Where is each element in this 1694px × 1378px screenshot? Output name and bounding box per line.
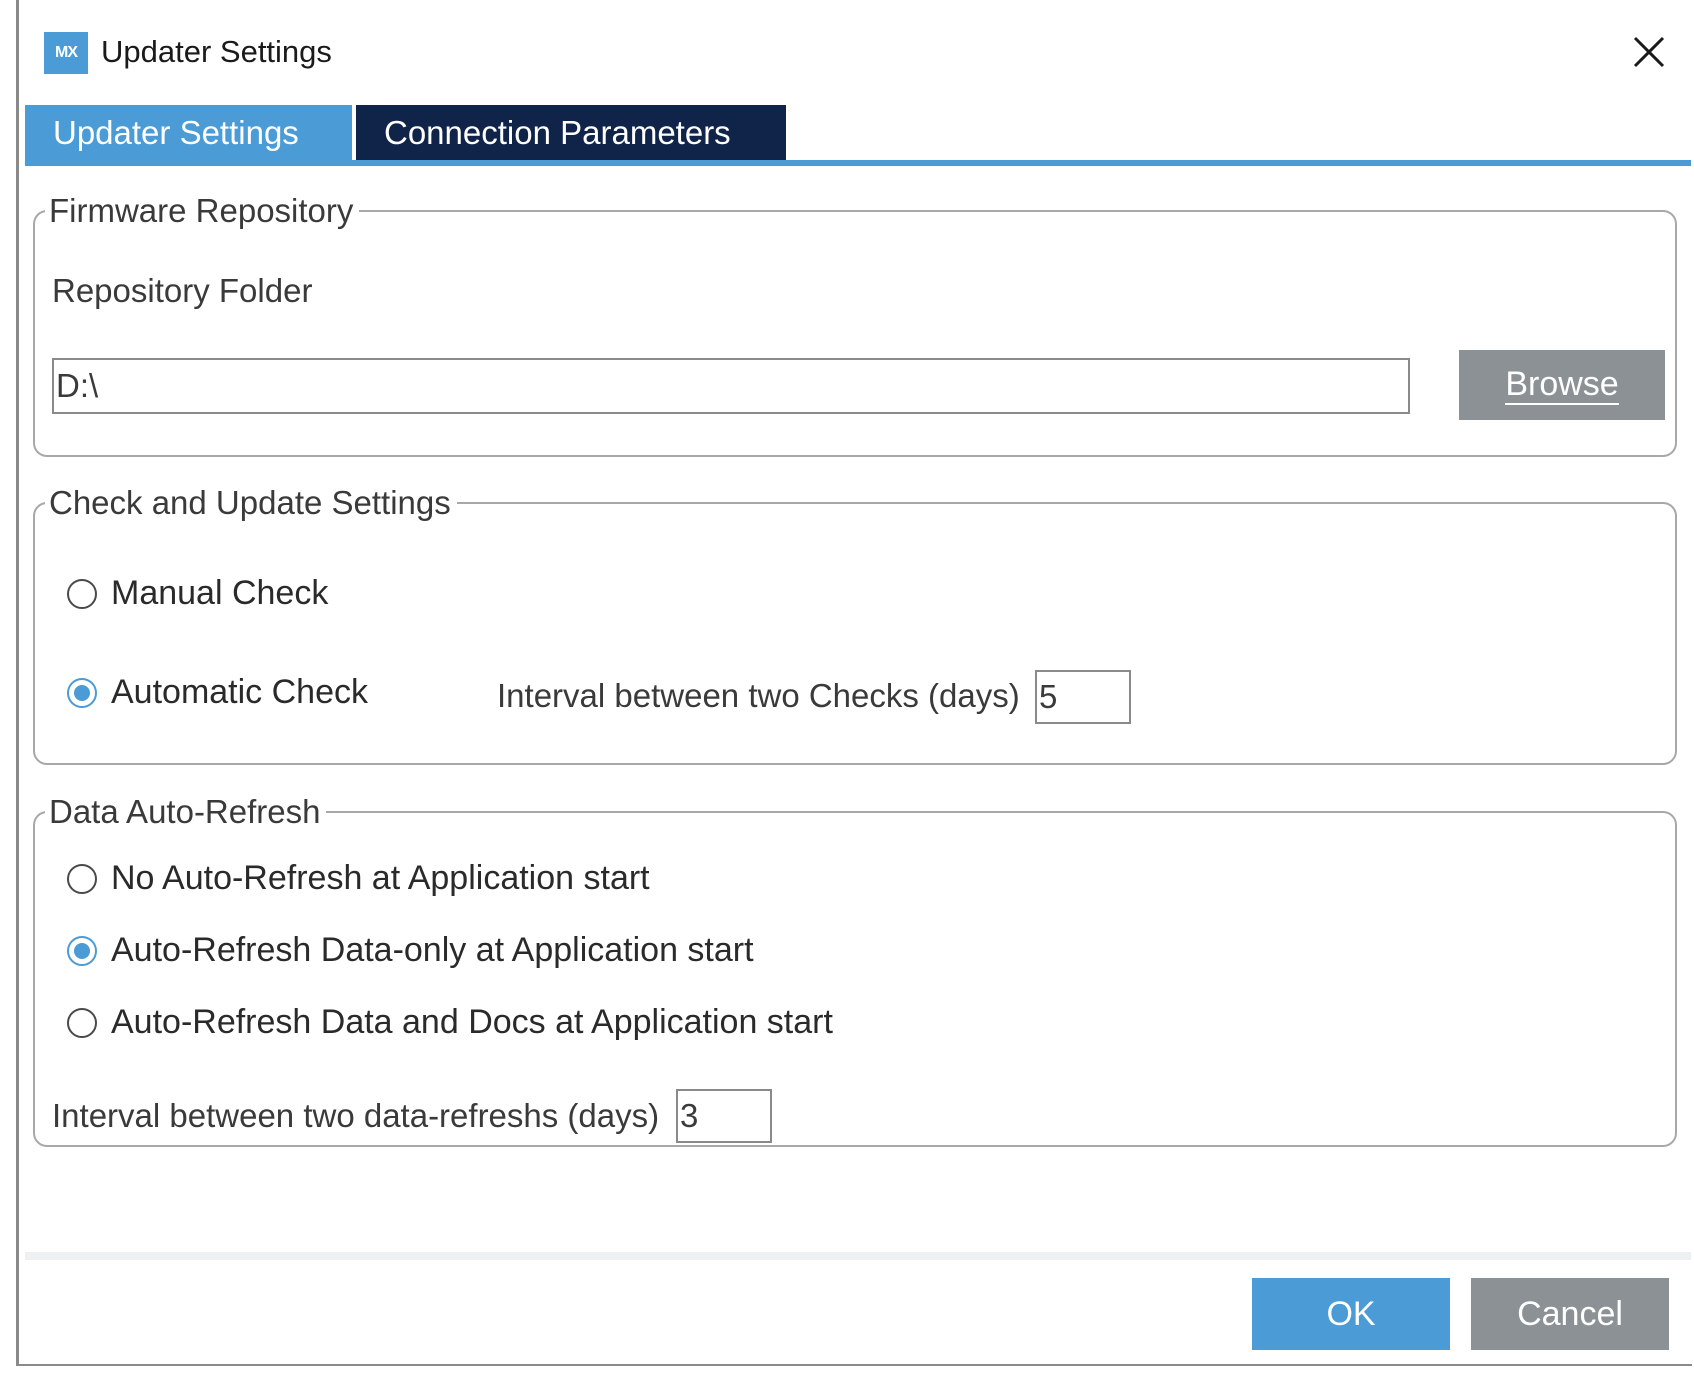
- app-logo-icon: MX: [44, 32, 88, 74]
- radio-button-selected[interactable]: [67, 677, 97, 708]
- close-button[interactable]: [1627, 30, 1671, 74]
- automatic-check-label: Automatic Check: [111, 673, 368, 711]
- no-auto-refresh-label: No Auto-Refresh at Application start: [111, 859, 650, 897]
- group-legend: Firmware Repository: [45, 192, 360, 230]
- check-interval-input[interactable]: 5: [1035, 670, 1131, 724]
- close-icon: [1633, 36, 1665, 68]
- refresh-interval-input[interactable]: 3: [676, 1089, 772, 1143]
- radio-button[interactable]: [67, 578, 97, 609]
- cancel-button[interactable]: Cancel: [1471, 1278, 1669, 1350]
- no-auto-refresh-radio[interactable]: No Auto-Refresh at Application start: [67, 859, 650, 898]
- updater-settings-dialog: MX Updater Settings Updater Settings Con…: [16, 0, 1692, 1366]
- group-legend: Check and Update Settings: [45, 484, 457, 522]
- footer-separator: [25, 1252, 1691, 1260]
- browse-button-label: Browse: [1505, 365, 1619, 405]
- manual-check-label: Manual Check: [111, 574, 329, 612]
- check-update-settings-group: Check and Update Settings Manual Check A…: [33, 484, 1677, 765]
- auto-refresh-data-only-label: Auto-Refresh Data-only at Application st…: [111, 931, 754, 969]
- auto-refresh-data-only-radio[interactable]: Auto-Refresh Data-only at Application st…: [67, 931, 754, 970]
- auto-refresh-data-docs-label: Auto-Refresh Data and Docs at Applicatio…: [111, 1003, 833, 1041]
- tab-bar: Updater Settings Connection Parameters: [25, 105, 1691, 166]
- title-bar: MX Updater Settings: [19, 0, 1692, 100]
- window-title: Updater Settings: [101, 34, 332, 69]
- automatic-check-radio[interactable]: Automatic Check: [67, 673, 368, 712]
- radio-button[interactable]: [67, 863, 97, 894]
- manual-check-radio[interactable]: Manual Check: [67, 574, 328, 613]
- check-interval-label: Interval between two Checks (days): [497, 677, 1020, 714]
- tab-underline: [25, 160, 1691, 166]
- firmware-repository-group: Firmware Repository Repository Folder D:…: [33, 192, 1677, 457]
- window-bottom-border: [16, 1364, 1692, 1366]
- radio-button[interactable]: [67, 1007, 97, 1038]
- browse-button[interactable]: Browse: [1459, 350, 1665, 420]
- refresh-interval-label: Interval between two data-refreshs (days…: [52, 1097, 660, 1134]
- group-legend: Data Auto-Refresh: [45, 793, 327, 831]
- data-auto-refresh-group: Data Auto-Refresh No Auto-Refresh at App…: [33, 793, 1677, 1147]
- tab-connection-parameters[interactable]: Connection Parameters: [356, 105, 786, 160]
- radio-button-selected[interactable]: [67, 935, 97, 966]
- ok-button[interactable]: OK: [1252, 1278, 1450, 1350]
- repository-folder-input[interactable]: D:\: [52, 358, 1410, 414]
- auto-refresh-data-docs-radio[interactable]: Auto-Refresh Data and Docs at Applicatio…: [67, 1003, 833, 1042]
- tab-updater-settings[interactable]: Updater Settings: [25, 105, 352, 160]
- repository-folder-label: Repository Folder: [52, 272, 313, 309]
